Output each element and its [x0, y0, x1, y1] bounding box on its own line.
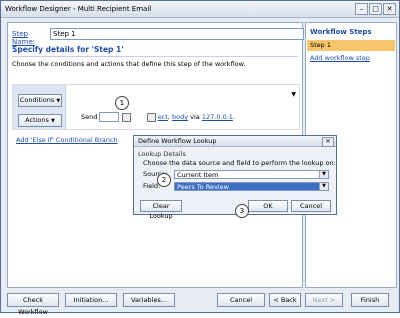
- finish-button[interactable]: Finish: [351, 293, 389, 307]
- dialog-title: Define Workflow Lookup: [134, 136, 336, 147]
- source-select[interactable]: Current Item ▼: [174, 170, 329, 179]
- callout-marker-1: 1: [115, 96, 129, 110]
- workflow-designer-window: Workflow Designer - Multi Recipient Emai…: [0, 0, 400, 316]
- field-select[interactable]: Peers To Review ▼: [174, 182, 329, 191]
- lookup-details-label: Lookup Details: [138, 150, 186, 158]
- add-workflow-step-link[interactable]: Add workflow step: [310, 54, 370, 62]
- via-text: via: [190, 113, 200, 121]
- separator: ,: [167, 113, 170, 121]
- initiation-button[interactable]: Initiation...: [65, 293, 117, 307]
- chevron-down-icon: ▼: [50, 118, 55, 124]
- recipient-input[interactable]: [99, 112, 120, 122]
- variables-button[interactable]: Variables...: [123, 293, 175, 307]
- chevron-down-icon[interactable]: ▼: [319, 171, 328, 178]
- back-button[interactable]: < Back: [269, 293, 301, 307]
- chevron-down-icon[interactable]: ▼: [319, 183, 328, 190]
- actions-label: Actions: [25, 116, 49, 124]
- step-name-label: Step Name:: [12, 30, 36, 46]
- lookup-icon[interactable]: [146, 112, 156, 122]
- actions-button[interactable]: Actions ▼: [18, 114, 62, 127]
- cancel-button[interactable]: Cancel: [217, 293, 265, 307]
- title-bar: Workflow Designer - Multi Recipient Emai…: [1, 1, 399, 18]
- dialog-cancel-button[interactable]: Cancel: [291, 200, 331, 212]
- subject-link[interactable]: ect: [158, 113, 168, 121]
- chevron-down-icon: ▼: [56, 98, 61, 104]
- conditions-label: Conditions: [19, 96, 55, 104]
- workflow-steps-title: Workflow Steps: [310, 28, 372, 36]
- lookup-instruction: Choose the data source and field to perf…: [143, 159, 336, 167]
- wizard-button-bar: Check Workflow Initiation... Variables..…: [1, 289, 399, 316]
- callout-marker-2: 2: [157, 173, 171, 187]
- maximize-button[interactable]: □: [369, 3, 382, 15]
- sidebar-item-step-1[interactable]: Step 1: [307, 40, 395, 51]
- close-icon[interactable]: ✕: [322, 137, 334, 147]
- rule-buttons-panel: Conditions ▼ Actions ▼: [13, 85, 66, 129]
- close-button[interactable]: ✕: [383, 3, 396, 15]
- scroll-down-icon[interactable]: ▼: [291, 91, 296, 98]
- source-value: Current Item: [177, 171, 219, 179]
- rule-area: Conditions ▼ Actions ▼ ▼ Send ect, body …: [12, 84, 300, 130]
- check-workflow-button[interactable]: Check Workflow: [7, 293, 59, 316]
- conditions-button[interactable]: Conditions ▼: [18, 94, 62, 107]
- address-book-icon[interactable]: [121, 112, 131, 122]
- add-else-if-link[interactable]: Add 'Else If' Conditional Branch: [16, 136, 118, 144]
- step-name-input[interactable]: Step 1: [50, 28, 304, 40]
- minimize-button[interactable]: –: [355, 3, 368, 15]
- next-button[interactable]: Next >: [305, 293, 343, 307]
- details-header: Specify details for 'Step 1': [12, 45, 298, 57]
- server-link[interactable]: 127.0.0.1: [202, 113, 233, 121]
- clear-lookup-button[interactable]: Clear Lookup: [140, 200, 182, 220]
- window-title: Workflow Designer - Multi Recipient Emai…: [5, 5, 152, 13]
- send-email-action: Send ect, body via 127.0.0.1.: [81, 112, 235, 122]
- ok-button[interactable]: OK: [248, 200, 288, 212]
- body-link[interactable]: body: [172, 113, 188, 121]
- end-text: .: [232, 113, 235, 121]
- details-description: Choose the conditions and actions that d…: [12, 60, 246, 68]
- callout-marker-3: 3: [235, 204, 249, 218]
- action-send-text: Send: [81, 113, 98, 121]
- field-value: Peers To Review: [177, 183, 229, 191]
